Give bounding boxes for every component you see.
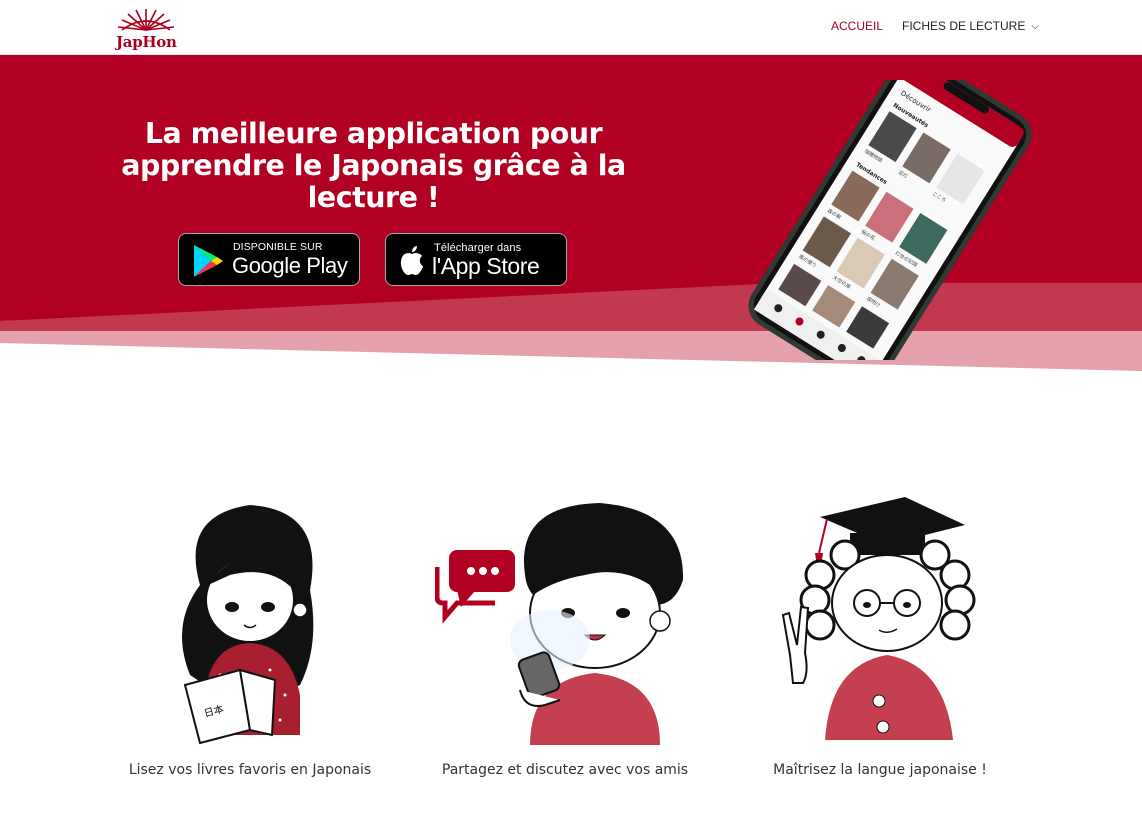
logo-sunrise-icon [117, 9, 175, 31]
google-play-big-text: Google Play [232, 253, 348, 278]
feature-text-read: Lisez vos livres favoris en Japonais [128, 762, 372, 778]
google-play-icon [194, 245, 223, 277]
nav-fiches-label: FICHES DE LECTURE [902, 19, 1026, 33]
feature-text-master: Maîtrisez la langue japonaise ! [773, 762, 987, 778]
chat-bubble-icon [435, 550, 515, 624]
girl-reading-illustration: 日本 [182, 505, 314, 745]
hero-title: La meilleure application pour apprendre … [121, 117, 626, 214]
nav-accueil[interactable]: ACCUEIL [831, 19, 883, 33]
feature-text-share: Partagez et discutez avec vos amis [441, 762, 689, 778]
site-header: JapHon ACCUEIL FICHES DE LECTURE ⌵ [0, 0, 1142, 55]
chevron-down-icon: ⌵ [1031, 21, 1039, 32]
google-play-button[interactable]: DISPONIBLE SUR Google Play [178, 233, 360, 286]
graduate-girl-illustration [781, 497, 976, 740]
nav-fiches-de-lecture[interactable]: FICHES DE LECTURE ⌵ [902, 19, 1039, 33]
app-store-big-text: l'App Store [432, 253, 540, 279]
app-store-button[interactable]: Télécharger dans l'App Store [385, 233, 567, 286]
boy-chat-illustration [435, 503, 684, 745]
japhon-logo[interactable]: JapHon [110, 6, 180, 51]
phone-mockup: Découvrir Nouveautés 瑞穂物語 窓灯 こころ Tendanc… [748, 80, 1032, 360]
apple-icon [400, 246, 423, 275]
logo-text: JapHon [116, 33, 177, 51]
google-play-small-text: DISPONIBLE SUR [233, 241, 323, 253]
